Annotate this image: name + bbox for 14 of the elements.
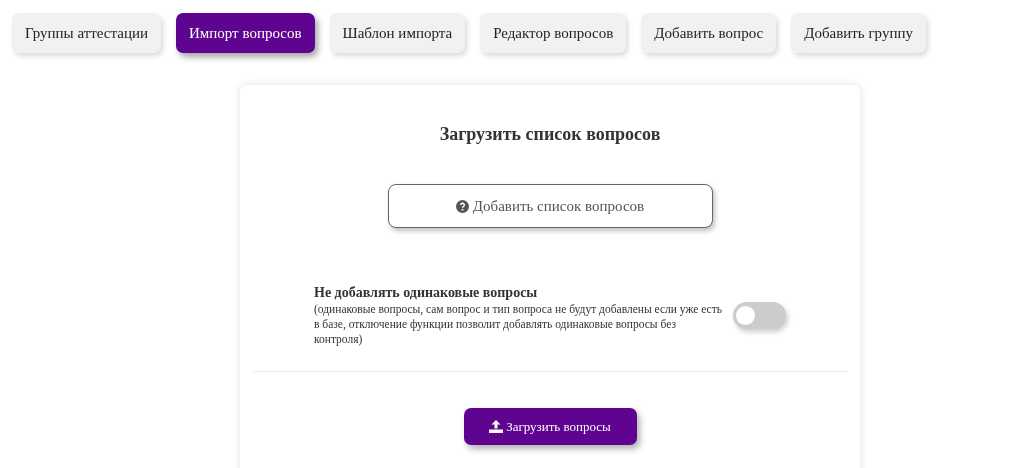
tab[interactable]: Импорт вопросов — [175, 13, 315, 53]
tab[interactable]: Группы аттестации — [12, 13, 161, 53]
card-title: Загрузить список вопросов — [439, 123, 661, 146]
upload-button[interactable]: Загрузить вопросы — [463, 408, 637, 445]
toggle-switch[interactable] — [733, 302, 786, 329]
question-icon — [455, 199, 469, 213]
option-label: Не добавлять одинаковые вопросы — [314, 284, 539, 302]
option-description: (одинаковые вопросы, сам вопрос и тип вопроса не будут добавлены если уже есть в базе, отключение функции позволит добавлять одинаковые вопросы без контроля) — [314, 302, 723, 347]
upload-icon — [489, 420, 504, 433]
tab[interactable]: Добавить группу — [791, 13, 926, 53]
tab[interactable]: Добавить вопрос — [641, 13, 777, 53]
tab[interactable]: Редактор вопросов — [480, 13, 627, 53]
tab[interactable]: Шаблон импорта — [329, 13, 466, 53]
add-list-button[interactable]: Добавить список вопросов — [387, 184, 713, 228]
